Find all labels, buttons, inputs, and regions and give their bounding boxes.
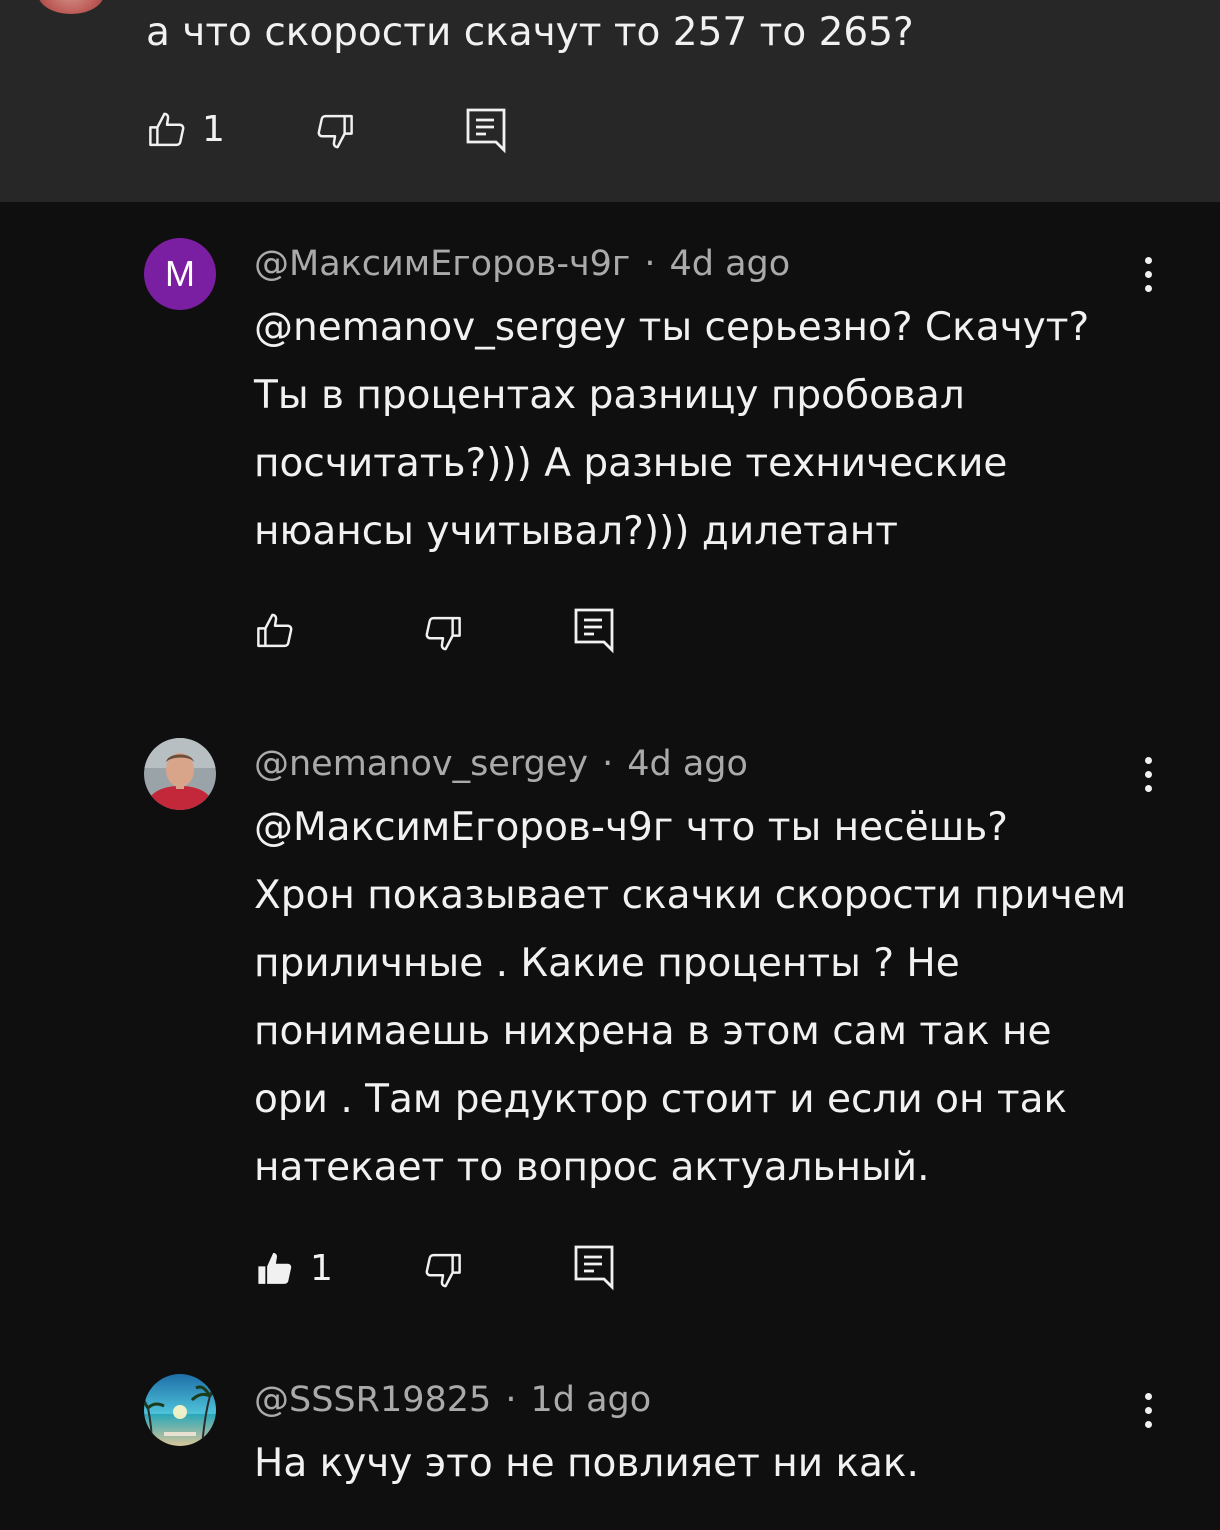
separator: · — [602, 744, 614, 784]
comment-text: @МаксимЕгоров-ч9г что ты несёшь? Хрон по… — [254, 794, 1154, 1202]
author-name[interactable]: @nemanov_sergey — [254, 744, 588, 784]
timestamp[interactable]: 1d ago — [530, 1380, 651, 1420]
comment-text-line: Ты в процентах разницу пробовал — [254, 373, 965, 418]
author-name[interactable]: @SSSR19825 — [254, 1380, 491, 1420]
thumbs-down-icon — [317, 114, 353, 149]
beach-photo-icon — [144, 1374, 216, 1446]
dislike-button[interactable] — [422, 1249, 464, 1291]
avatar[interactable] — [144, 738, 216, 810]
more-dot — [1144, 1406, 1152, 1414]
more-options-button[interactable] — [1130, 250, 1166, 298]
comment-text-line: Хрон показывает скачки скорости причем — [254, 873, 1127, 918]
comment-text-line: посчитать?))) А разные технические — [254, 441, 1008, 486]
comment-text-line: приличные . Какие проценты ? Не — [254, 941, 960, 986]
comment-text-line: @nemanov_sergey ты серьезно? Скачут? — [254, 305, 1090, 350]
more-dot — [1144, 1392, 1152, 1400]
reply-icon — [574, 1245, 614, 1291]
parent-reply-button[interactable] — [464, 106, 508, 154]
comments-thread: а что скорости скачут то 257 то 265? 1 M… — [0, 0, 1220, 1530]
more-dot — [1144, 284, 1152, 292]
thumbs-down-icon — [425, 1253, 461, 1288]
separator: · — [644, 244, 656, 284]
reply-icon — [574, 608, 614, 654]
parent-like-button[interactable]: 1 — [146, 108, 225, 152]
comment-meta: @SSSR19825 · 1d ago — [254, 1378, 651, 1422]
more-dot — [1144, 1420, 1152, 1428]
comment-meta: @nemanov_sergey · 4d ago — [254, 742, 748, 786]
reply-icon — [466, 108, 506, 154]
like-count: 1 — [310, 1248, 333, 1289]
timestamp[interactable]: 4d ago — [627, 744, 748, 784]
parent-avatar[interactable] — [38, 0, 104, 14]
more-options-button[interactable] — [1130, 750, 1166, 798]
more-dot — [1144, 270, 1152, 278]
avatar[interactable]: M — [144, 238, 216, 310]
comment-meta: @МаксимЕгоров-ч9г · 4d ago — [254, 242, 790, 286]
thumbs-up-icon — [257, 613, 293, 648]
comment-text-line: натекает то вопрос актуальный. — [254, 1145, 930, 1190]
reply-button[interactable] — [572, 606, 616, 654]
parent-like-count: 1 — [202, 109, 225, 150]
user-photo-icon — [144, 738, 216, 810]
more-dot — [1144, 756, 1152, 764]
thumbs-up-icon — [149, 112, 185, 147]
dislike-button[interactable] — [422, 612, 464, 654]
comment-text-line: нюансы учитывал?))) дилетант — [254, 509, 898, 554]
comment-actions — [0, 606, 1220, 666]
parent-comment-text: а что скорости скачут то 257 то 265? — [146, 10, 914, 55]
parent-dislike-button[interactable] — [314, 110, 356, 152]
like-button[interactable] — [254, 610, 296, 652]
comment-text-line: ори . Там редуктор стоит и если он так — [254, 1077, 1068, 1122]
like-button[interactable]: 1 — [254, 1247, 333, 1291]
reply-button[interactable] — [572, 1243, 616, 1291]
avatar[interactable] — [144, 1374, 216, 1446]
comment-text-line: понимаешь нихрена в этом сам так не — [254, 1009, 1052, 1054]
thumbs-up-filled-icon — [258, 1252, 292, 1284]
more-dot — [1144, 256, 1152, 264]
timestamp[interactable]: 4d ago — [669, 244, 790, 284]
comment-text: @nemanov_sergey ты серьезно? Скачут? Ты … — [254, 294, 1154, 566]
author-name[interactable]: @МаксимЕгоров-ч9г — [254, 244, 630, 284]
more-dot — [1144, 770, 1152, 778]
more-dot — [1144, 784, 1152, 792]
thumbs-down-icon — [425, 616, 461, 651]
comment-text-line: На кучу это не повлияет ни как. — [254, 1441, 919, 1486]
more-options-button[interactable] — [1130, 1386, 1166, 1434]
separator: · — [505, 1380, 517, 1420]
comment-actions: 1 — [0, 1243, 1220, 1303]
comment-text: На кучу это не повлияет ни как. — [254, 1430, 1154, 1498]
comment-text-line: @МаксимЕгоров-ч9г что ты несёшь? — [254, 805, 1008, 850]
parent-comment: а что скорости скачут то 257 то 265? 1 — [0, 0, 1220, 202]
